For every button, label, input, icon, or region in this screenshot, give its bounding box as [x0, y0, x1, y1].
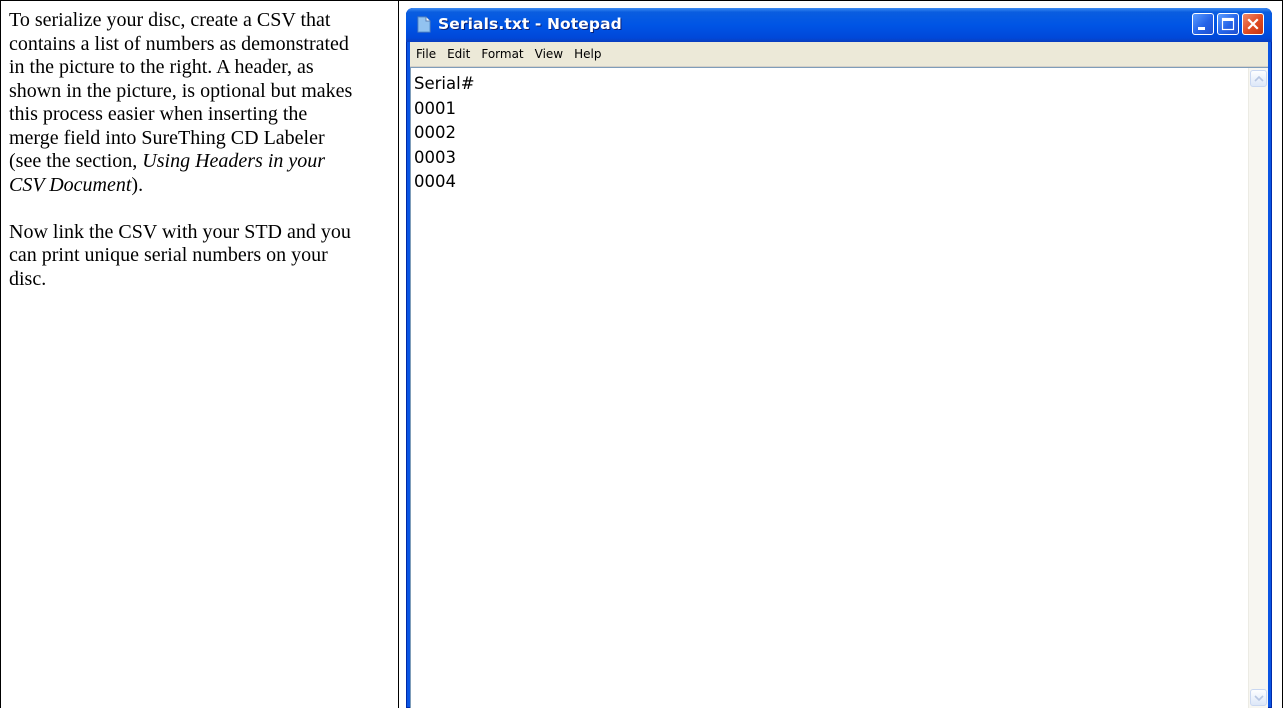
scroll-down-button[interactable]: [1250, 689, 1267, 706]
chevron-up-icon: [1254, 75, 1264, 83]
minimize-button[interactable]: [1192, 13, 1214, 35]
text-line: 0004: [414, 170, 1248, 195]
scroll-up-button[interactable]: [1250, 70, 1267, 87]
vertical-scrollbar[interactable]: [1248, 68, 1268, 708]
close-icon: [1243, 14, 1265, 36]
menu-format[interactable]: Format: [481, 47, 530, 61]
title-bar[interactable]: Serials.txt - Notepad: [406, 8, 1272, 42]
text-line: 0002: [414, 121, 1248, 146]
notepad-icon: [417, 16, 431, 33]
instructions-cell: To serialize your disc, create a CSV tha…: [1, 1, 399, 708]
instructions-paragraph-1: To serialize your disc, create a CSV tha…: [9, 9, 359, 197]
text-line: 0001: [414, 97, 1248, 122]
text-line: Serial#: [414, 72, 1248, 97]
instructions-text: To serialize your disc, create a CSV tha…: [9, 9, 359, 291]
editor-content[interactable]: Serial# 0001 0002 0003 0004: [414, 72, 1248, 708]
menu-edit[interactable]: Edit: [447, 47, 477, 61]
menu-file[interactable]: File: [416, 47, 443, 61]
maximize-button[interactable]: [1217, 13, 1239, 35]
instructions-p1-text: To serialize your disc, create a CSV tha…: [9, 9, 352, 172]
text-line: 0003: [414, 146, 1248, 171]
notepad-window: Serials.txt - Notepad: [406, 8, 1272, 708]
maximize-icon: [1218, 14, 1240, 36]
text-editor[interactable]: Serial# 0001 0002 0003 0004: [410, 67, 1268, 708]
menu-help[interactable]: Help: [574, 47, 608, 61]
close-button[interactable]: [1242, 13, 1264, 35]
instructions-paragraph-2: Now link the CSV with your STD and you c…: [9, 221, 359, 292]
minimize-icon: [1193, 14, 1215, 36]
chevron-down-icon: [1254, 694, 1264, 702]
window-title: Serials.txt - Notepad: [438, 15, 622, 33]
document-layout-table: To serialize your disc, create a CSV tha…: [0, 0, 1283, 708]
window-client-area: File Edit Format View Help Serial# 0001 …: [410, 42, 1268, 708]
menu-view[interactable]: View: [535, 47, 570, 61]
instructions-p1-end: ).: [131, 174, 143, 196]
menu-bar: File Edit Format View Help: [410, 42, 1268, 67]
screenshot-cell: Serials.txt - Notepad: [399, 1, 1283, 708]
